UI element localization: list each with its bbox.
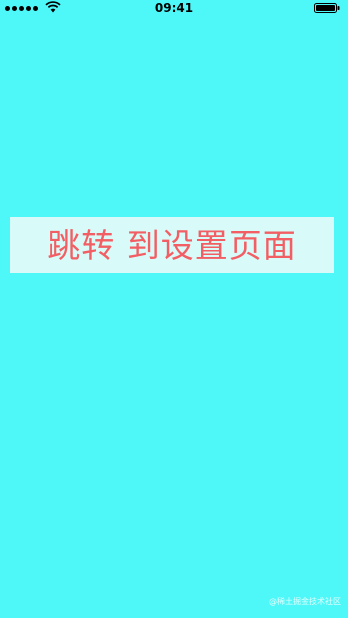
go-to-settings-label: 跳转 到设置页面 <box>47 225 297 265</box>
watermark: @稀土掘金技术社区 <box>269 597 341 606</box>
go-to-settings-button[interactable]: 跳转 到设置页面 <box>10 217 334 273</box>
battery-icon <box>314 3 340 13</box>
status-bar: 09:41 <box>0 0 348 18</box>
status-time: 09:41 <box>154 1 194 15</box>
